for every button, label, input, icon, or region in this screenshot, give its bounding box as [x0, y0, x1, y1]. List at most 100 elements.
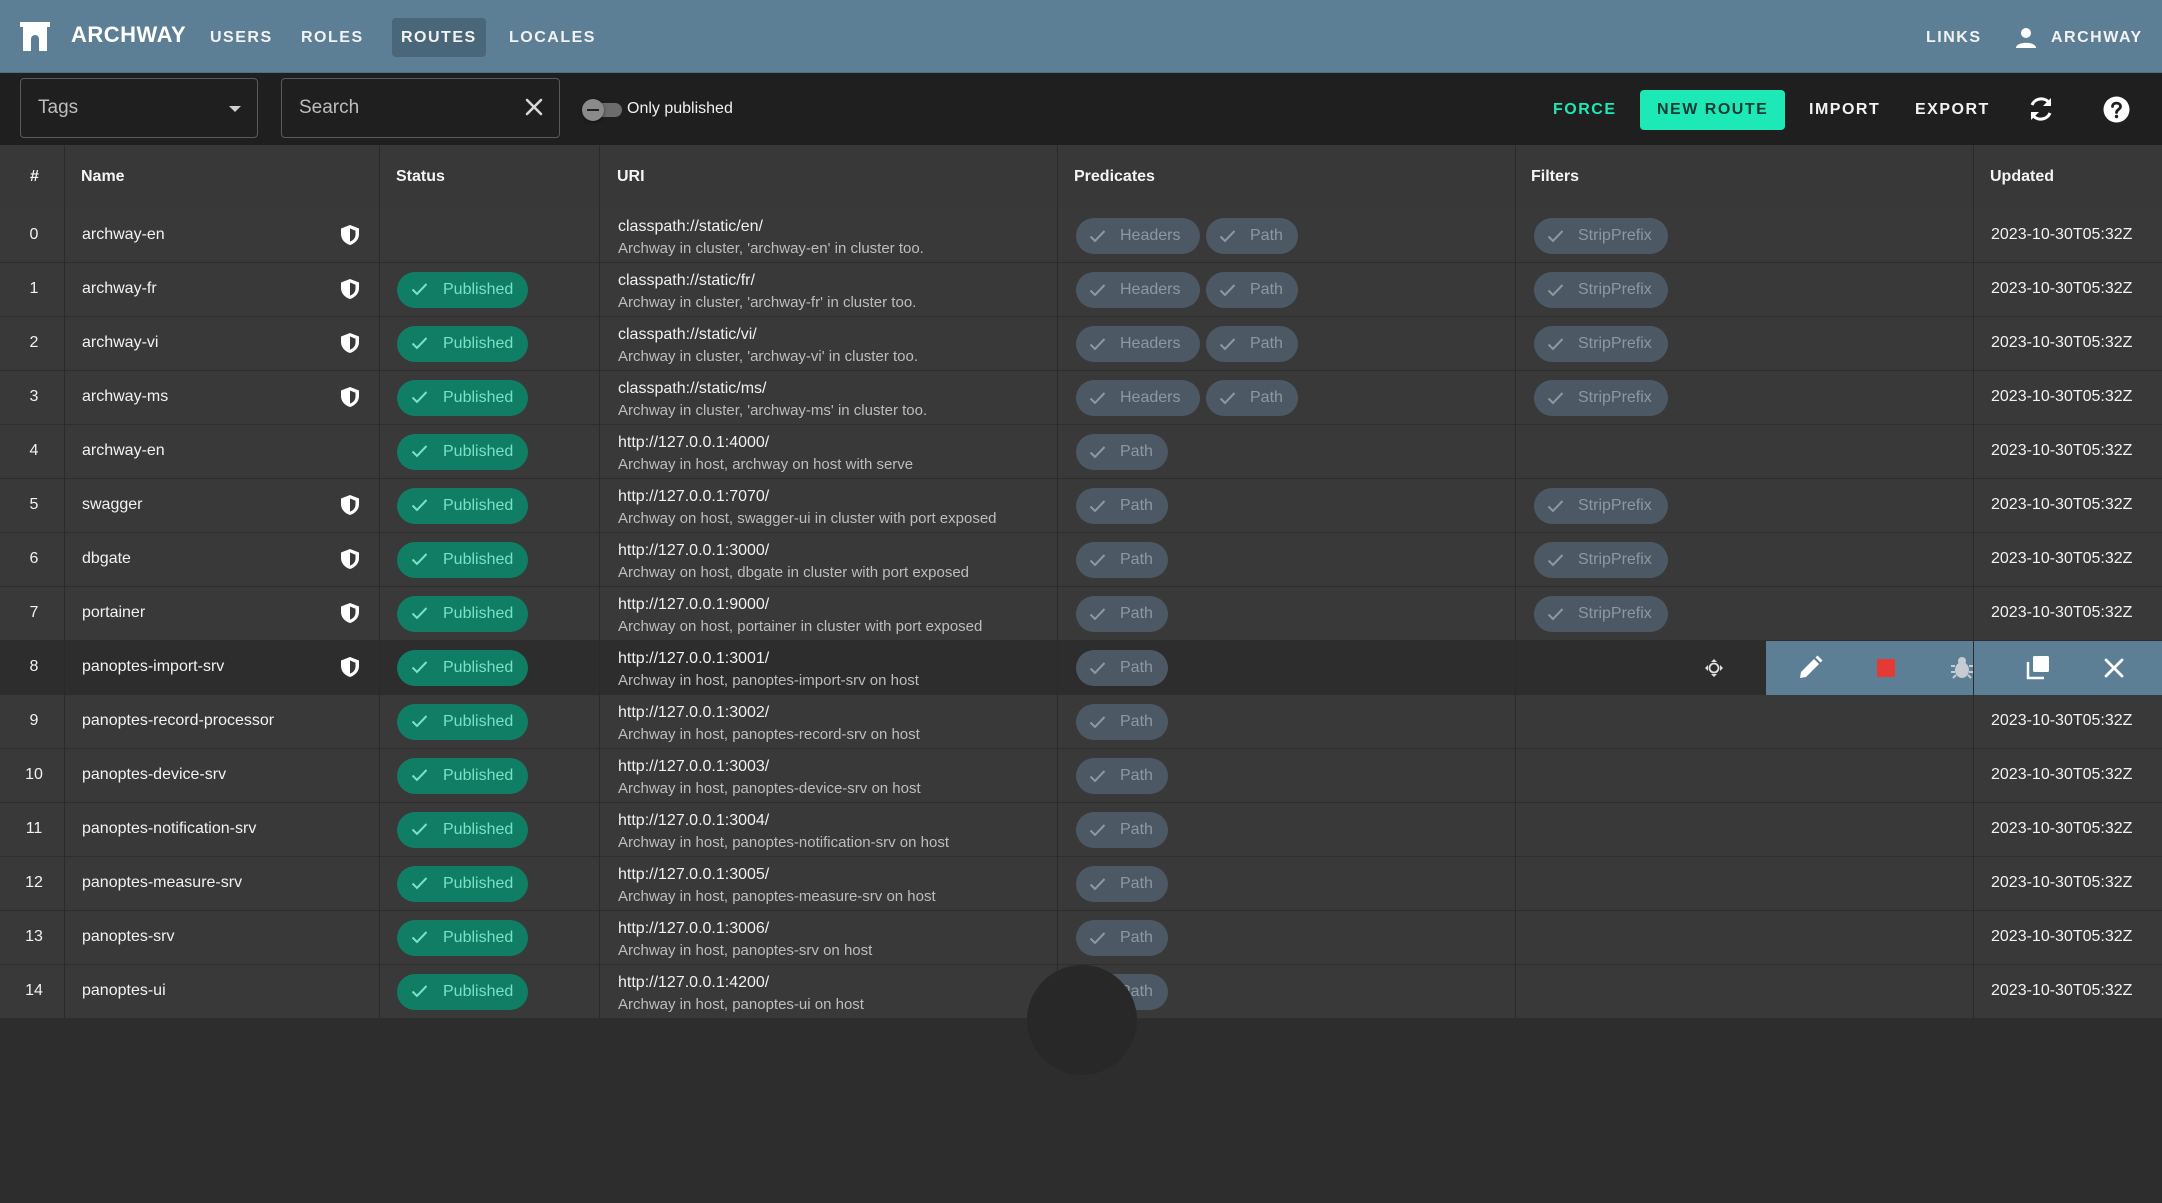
table-row[interactable]: 1 archway-fr Published classpath://static/f… — [0, 263, 2162, 317]
drag-handle-icon[interactable] — [1703, 657, 1725, 679]
edit-icon[interactable] — [1796, 654, 1824, 682]
help-icon[interactable] — [2103, 96, 2130, 123]
route-name: archway-en — [82, 442, 165, 459]
new-route-button[interactable]: NEW ROUTE — [1640, 90, 1786, 130]
filter-chip[interactable]: StripPrefix — [1534, 596, 1668, 632]
archway-logo-icon[interactable] — [20, 22, 50, 51]
column-updated[interactable]: Updated — [1990, 145, 2054, 209]
table-row[interactable]: 8 panoptes-import-srv Published http://127.… — [0, 641, 2162, 695]
filter-chip[interactable]: StripPrefix — [1534, 326, 1668, 362]
predicate-chip[interactable]: Headers — [1076, 218, 1200, 254]
close-icon[interactable] — [2100, 654, 2128, 682]
status-badge[interactable]: Published — [397, 758, 528, 794]
predicate-chip[interactable]: Path — [1206, 272, 1298, 308]
status-badge[interactable]: Published — [397, 434, 528, 470]
user-menu[interactable]: ARCHWAY — [2015, 18, 2143, 57]
nav-roles[interactable]: ROLES — [292, 18, 373, 57]
status-badge[interactable]: Published — [397, 596, 528, 632]
nav-routes[interactable]: ROUTES — [392, 18, 486, 57]
predicate-chip[interactable]: Path — [1076, 488, 1168, 524]
filter-chip[interactable]: StripPrefix — [1534, 218, 1668, 254]
row-index: 6 — [29, 550, 39, 567]
predicate-chip[interactable]: Path — [1076, 812, 1168, 848]
predicate-chip[interactable]: Path — [1076, 704, 1168, 740]
predicate-chip[interactable]: Headers — [1076, 272, 1200, 308]
check-icon — [1219, 230, 1236, 243]
route-uri: classpath://static/en/ — [618, 218, 763, 235]
table-row[interactable]: 7 portainer Published http://127.0.0.1:9000… — [0, 587, 2162, 641]
column-predicates[interactable]: Predicates — [1074, 145, 1155, 209]
route-uri: classpath://static/fr/ — [618, 272, 755, 289]
status-badge[interactable]: Published — [397, 542, 528, 578]
predicate-chip[interactable]: Path — [1076, 920, 1168, 956]
copy-icon[interactable] — [2024, 654, 2052, 682]
filter-chip[interactable]: StripPrefix — [1534, 542, 1668, 578]
shield-icon — [341, 495, 359, 515]
stop-icon[interactable] — [1872, 654, 1900, 682]
row-index: 0 — [29, 226, 39, 243]
bug-icon[interactable] — [1948, 654, 1976, 682]
column-name[interactable]: Name — [81, 145, 125, 209]
updated-timestamp: 2023-10-30T05:32Z — [1991, 496, 2133, 513]
filter-chip[interactable]: StripPrefix — [1534, 272, 1668, 308]
app-brand[interactable]: ARCHWAY — [71, 22, 186, 48]
clear-search-icon[interactable] — [522, 95, 546, 119]
force-button[interactable]: FORCE — [1536, 90, 1634, 130]
predicate-chip[interactable]: Path — [1206, 380, 1298, 416]
table-row[interactable]: 12 panoptes-measure-srv Published http://12… — [0, 857, 2162, 911]
predicate-chip[interactable]: Path — [1076, 758, 1168, 794]
predicate-chip[interactable]: Path — [1076, 596, 1168, 632]
column-status[interactable]: Status — [396, 145, 445, 209]
status-badge[interactable]: Published — [397, 380, 528, 416]
export-button[interactable]: EXPORT — [1898, 90, 2007, 130]
predicate-chip[interactable]: Path — [1076, 542, 1168, 578]
refresh-icon[interactable] — [2026, 94, 2056, 124]
table-row[interactable]: 10 panoptes-device-srv Published http://127… — [0, 749, 2162, 803]
nav-locales[interactable]: LOCALES — [500, 18, 605, 57]
table-row[interactable]: 4 archway-en Published http://127.0.0.1:400… — [0, 425, 2162, 479]
status-badge[interactable]: Published — [397, 650, 528, 686]
status-badge[interactable]: Published — [397, 704, 528, 740]
import-button[interactable]: IMPORT — [1792, 90, 1897, 130]
column-filters[interactable]: Filters — [1531, 145, 1579, 209]
table-row[interactable]: 6 dbgate Published http://127.0.0.1:3000/Ar… — [0, 533, 2162, 587]
predicate-chip[interactable]: Path — [1076, 866, 1168, 902]
nav-users[interactable]: USERS — [201, 18, 282, 57]
predicate-label: Path — [1120, 605, 1153, 622]
table-row[interactable]: 3 archway-ms Published classpath://static/m… — [0, 371, 2162, 425]
table-row[interactable]: 0 archway-en classpath://static/en/Archway… — [0, 209, 2162, 263]
table-row[interactable]: 13 panoptes-srv Published http://127.0.0.1:… — [0, 911, 2162, 965]
status-badge[interactable]: Published — [397, 920, 528, 956]
predicate-chip[interactable]: Path — [1076, 434, 1168, 470]
predicate-chip[interactable]: Path — [1076, 650, 1168, 686]
status-badge[interactable]: Published — [397, 812, 528, 848]
status-badge[interactable]: Published — [397, 272, 528, 308]
tags-placeholder: Tags — [38, 97, 79, 118]
filter-chip[interactable]: StripPrefix — [1534, 380, 1668, 416]
check-icon — [411, 391, 428, 404]
predicate-chip[interactable]: Path — [1206, 218, 1298, 254]
row-actions — [1766, 641, 2162, 695]
predicate-label: Path — [1120, 929, 1153, 946]
tags-select[interactable]: Tags — [20, 78, 258, 138]
column-uri[interactable]: URI — [617, 145, 645, 209]
predicate-chip[interactable]: Path — [1206, 326, 1298, 362]
predicate-chip[interactable]: Headers — [1076, 326, 1200, 362]
table-row[interactable]: 11 panoptes-notification-srv Published http… — [0, 803, 2162, 857]
column-index[interactable]: # — [30, 145, 39, 209]
status-badge[interactable]: Published — [397, 488, 528, 524]
filter-chip[interactable]: StripPrefix — [1534, 488, 1668, 524]
predicate-label: Path — [1250, 281, 1283, 298]
links-menu[interactable]: LINKS — [1926, 18, 1982, 57]
only-published-toggle[interactable] — [582, 99, 622, 121]
status-badge[interactable]: Published — [397, 866, 528, 902]
table-row[interactable]: 2 archway-vi Published classpath://static/v… — [0, 317, 2162, 371]
predicate-chip[interactable]: Headers — [1076, 380, 1200, 416]
status-badge[interactable]: Published — [397, 326, 528, 362]
predicate-label: Path — [1120, 821, 1153, 838]
table-row[interactable]: 5 swagger Published http://127.0.0.1:7070/A… — [0, 479, 2162, 533]
status-badge[interactable]: Published — [397, 974, 528, 1010]
row-index: 12 — [25, 874, 43, 891]
table-row[interactable]: 9 panoptes-record-processor Published http:… — [0, 695, 2162, 749]
search-input[interactable]: Search — [281, 78, 560, 138]
